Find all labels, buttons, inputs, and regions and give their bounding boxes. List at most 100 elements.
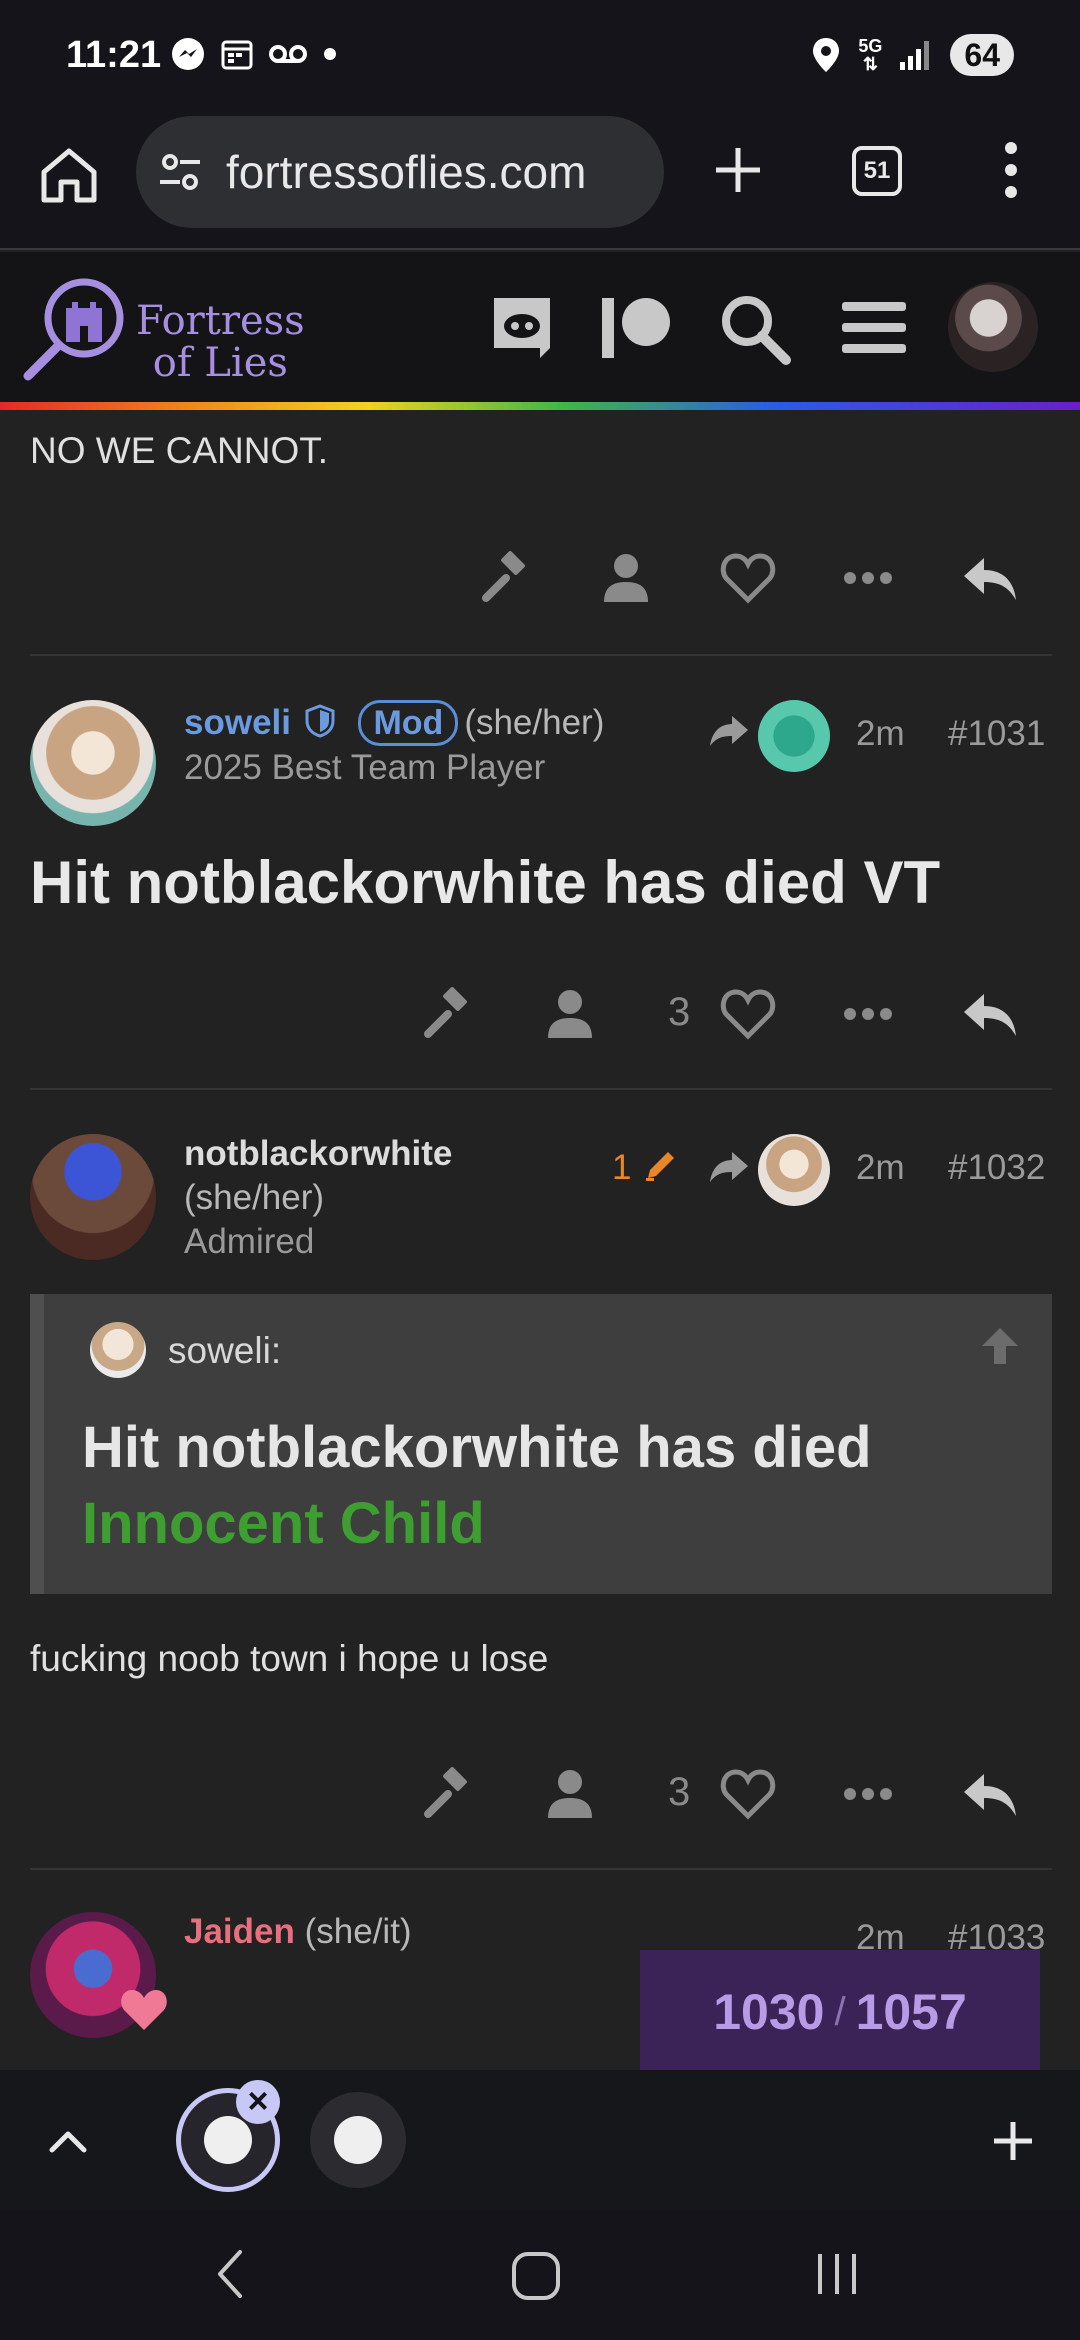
tab-fortressoflies[interactable]	[310, 2092, 406, 2188]
tab-favicon	[334, 2116, 382, 2164]
site-logo-text: Fortress of Lies	[136, 300, 305, 384]
post-divider	[30, 654, 1052, 656]
like-count[interactable]: 3	[668, 990, 690, 1035]
close-tab-icon[interactable]: ×	[236, 2080, 280, 2124]
user-avatar[interactable]	[948, 282, 1038, 372]
avatar[interactable]	[30, 700, 156, 826]
reply-to-avatar[interactable]	[758, 1134, 830, 1206]
messenger-icon	[172, 38, 204, 70]
discord-icon[interactable]	[484, 290, 560, 366]
quote-block: soweli: Hit notblackorwhite has died Inn…	[30, 1294, 1052, 1594]
chevron-up-icon[interactable]	[46, 2120, 90, 2160]
home-nav-icon[interactable]	[508, 2248, 564, 2304]
user-card-icon[interactable]	[540, 984, 600, 1044]
user-card-icon[interactable]	[540, 1764, 600, 1824]
pencil-icon[interactable]	[640, 1146, 680, 1186]
previous-post-text: NO WE CANNOT.	[30, 430, 329, 471]
dot-icon	[324, 48, 336, 60]
tab-switcher-button[interactable]: 51	[852, 146, 902, 196]
post-actions: 3	[0, 974, 1080, 1054]
network-indicator: 5G ⇅	[858, 37, 882, 73]
add-tab-icon[interactable]	[990, 2118, 1036, 2164]
like-count[interactable]: 3	[668, 1770, 690, 1815]
post-time[interactable]: 2m	[856, 714, 905, 754]
post-body: Hit notblackorwhite has died VT	[30, 849, 941, 916]
pronouns: (she/it)	[304, 1912, 412, 1951]
like-heart-icon[interactable]	[718, 548, 778, 608]
reply-to-icon	[710, 716, 748, 746]
progress-total: 1057	[855, 1984, 967, 2040]
like-heart-icon[interactable]	[718, 1764, 778, 1824]
url-bar[interactable]: fortressoflies.com	[136, 116, 664, 228]
user-title: Admired	[184, 1222, 315, 1261]
post-author[interactable]: soweli Mod (she/her)	[184, 700, 604, 746]
quote-author[interactable]: soweli:	[168, 1330, 281, 1372]
recents-icon[interactable]	[812, 2248, 862, 2300]
logo-line1: Fortress	[136, 298, 305, 344]
url-text[interactable]: fortressoflies.com	[226, 145, 586, 199]
browser-menu-icon[interactable]	[996, 138, 1026, 202]
site-logo[interactable]: Fortress of Lies	[22, 272, 322, 384]
post-body: fucking noob town i hope u lose	[30, 1638, 549, 1679]
search-icon[interactable]	[716, 290, 792, 366]
post-divider	[30, 1868, 1052, 1870]
network-arrows-icon: ⇅	[862, 54, 878, 74]
mod-badge[interactable]: Mod	[358, 700, 459, 746]
progress-separator: /	[834, 1989, 846, 2034]
edit-count[interactable]: 1	[612, 1148, 631, 1188]
back-icon[interactable]	[210, 2246, 250, 2302]
notification-icons	[170, 36, 338, 72]
reply-icon[interactable]	[960, 548, 1020, 608]
username[interactable]: notblackorwhite	[184, 1134, 452, 1174]
new-tab-icon[interactable]	[706, 138, 770, 202]
pronouns: (she/her)	[464, 703, 605, 742]
post-actions: 3	[0, 1754, 1080, 1834]
moderator-shield-icon	[305, 704, 335, 738]
quote-avatar	[90, 1322, 146, 1378]
reply-icon[interactable]	[960, 984, 1020, 1044]
heart-flair-icon	[121, 1990, 167, 2030]
gavel-icon[interactable]	[418, 1764, 478, 1824]
username[interactable]: soweli	[184, 703, 291, 742]
quote-line2: Innocent Child	[82, 1491, 485, 1556]
magnifier-castle-icon	[23, 278, 124, 381]
more-icon[interactable]	[838, 1764, 898, 1824]
signal-icon	[900, 41, 930, 70]
logo-line2: of Lies	[152, 340, 288, 386]
site-header: Fortress of Lies	[0, 252, 1080, 402]
post-number[interactable]: #1032	[948, 1148, 1045, 1188]
like-heart-icon[interactable]	[718, 984, 778, 1044]
system-icons: 5G ⇅ 64	[810, 34, 1014, 76]
tab-favicon	[204, 2116, 252, 2164]
post-time[interactable]: 2m	[856, 1148, 905, 1188]
user-card-icon[interactable]	[596, 548, 656, 608]
site-settings-icon[interactable]	[156, 148, 204, 196]
hamburger-menu-icon[interactable]	[836, 290, 912, 366]
post-actions	[0, 538, 1080, 618]
status-bar: 11:21 5G ⇅ 64	[0, 0, 1080, 110]
location-icon	[813, 38, 840, 72]
reply-icon[interactable]	[960, 1764, 1020, 1824]
voicemail-icon	[269, 45, 307, 63]
timeline-progress[interactable]: 1030 / 1057	[640, 1950, 1040, 2070]
patreon-icon[interactable]	[598, 290, 674, 366]
home-icon[interactable]	[36, 142, 102, 208]
reply-to-icon	[710, 1152, 748, 1182]
avatar[interactable]	[30, 1134, 156, 1260]
progress-current: 1030	[713, 1984, 825, 2040]
more-icon[interactable]	[838, 548, 898, 608]
gavel-icon[interactable]	[476, 548, 536, 608]
arrow-up-icon[interactable]	[978, 1324, 1022, 1368]
reply-to-avatar[interactable]	[758, 700, 830, 772]
topic-stream[interactable]: NO WE CANNOT. soweli Mod (she/her) 2025 B…	[0, 410, 1080, 2070]
browser-toolbar: fortressoflies.com 51	[0, 110, 1080, 250]
post-author[interactable]: Jaiden (she/it)	[184, 1912, 412, 1952]
browser-tab-strip: ×	[0, 2070, 1080, 2210]
username[interactable]: Jaiden	[184, 1912, 295, 1951]
gavel-icon[interactable]	[418, 984, 478, 1044]
rainbow-divider	[0, 402, 1080, 410]
more-icon[interactable]	[838, 984, 898, 1044]
post-number[interactable]: #1031	[948, 714, 1045, 754]
user-title: 2025 Best Team Player	[184, 748, 546, 787]
post-divider	[30, 1088, 1052, 1090]
